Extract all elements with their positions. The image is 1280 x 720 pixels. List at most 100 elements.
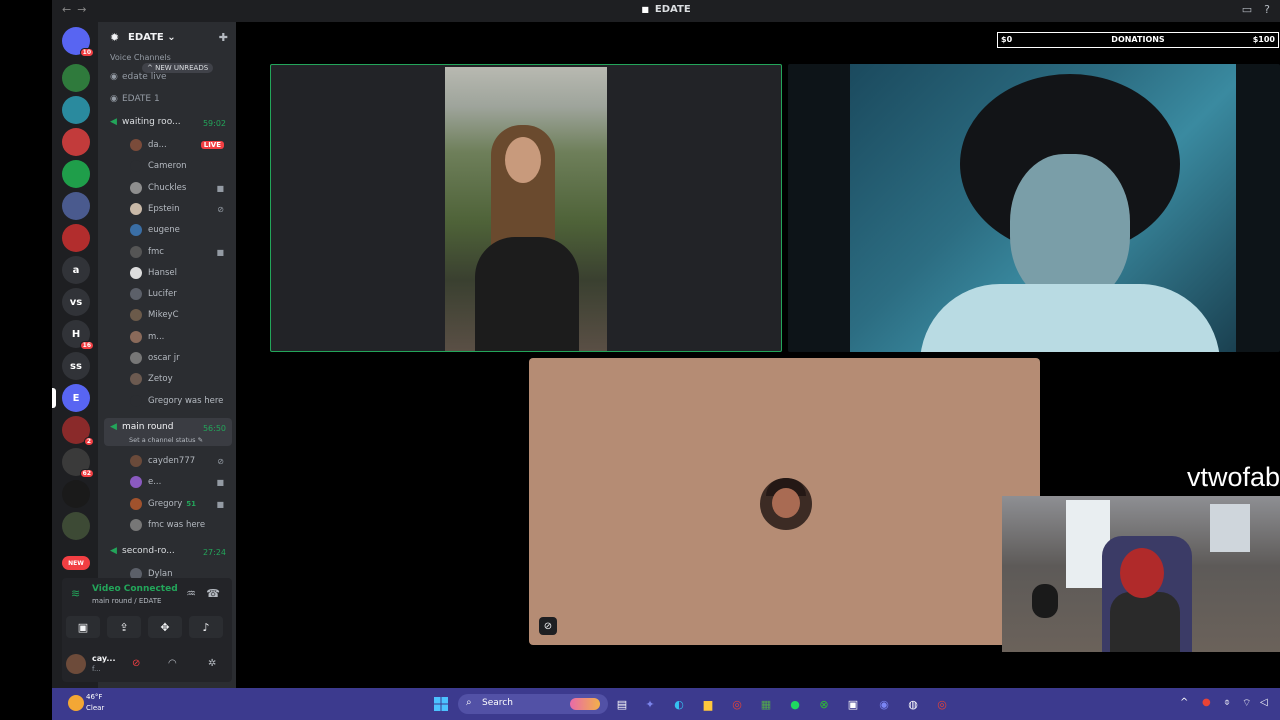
member-badge: 51 <box>186 499 196 508</box>
server-icon[interactable]: 62 <box>62 448 94 478</box>
mention-badge: 2 <box>83 437 94 446</box>
user-avatar[interactable] <box>66 654 86 674</box>
server-icon[interactable]: 2 <box>62 416 94 446</box>
member-item[interactable]: da... <box>130 139 167 151</box>
video-tile-speaking[interactable] <box>270 64 782 352</box>
speaker-icon: ◀ <box>110 422 117 432</box>
voice-location[interactable]: main round / EDATE <box>92 597 161 605</box>
tray-chevron-icon[interactable]: ^ <box>1180 697 1188 708</box>
member-item[interactable]: fmc <box>130 245 164 258</box>
guild-header[interactable]: ✹ EDATE ⌄ ✚ <box>98 22 236 54</box>
member-item[interactable]: Zetoy <box>130 373 173 386</box>
server-icon[interactable]: vs <box>62 288 90 316</box>
donations-max: $100 <box>1252 35 1275 44</box>
server-icon[interactable] <box>62 224 90 252</box>
server-icon[interactable] <box>62 480 90 508</box>
server-icon[interactable]: NEW <box>62 556 90 570</box>
volume-icon[interactable]: ◁ <box>1260 697 1268 708</box>
wifi-icon[interactable]: ⌔ <box>1242 697 1251 710</box>
channel-status[interactable]: Set a channel status ✎ <box>129 436 203 444</box>
avatar <box>130 394 142 407</box>
guild-name[interactable]: EDATE ⌄ <box>128 32 176 43</box>
inbox-icon[interactable]: ▭ <box>1242 3 1252 16</box>
video-tile-no-camera[interactable]: ⊘ <box>529 358 1040 645</box>
user-name[interactable]: cay... <box>92 654 116 663</box>
member-item[interactable]: Hansel <box>130 266 177 279</box>
channel-main-round[interactable]: ◀ main round <box>110 422 173 432</box>
soundboard-icon: ♪ <box>202 620 210 634</box>
member-item[interactable]: Cameron <box>130 160 187 173</box>
channel-edate-1[interactable]: ◉ EDATE 1 <box>110 94 160 104</box>
minecraft-icon[interactable]: ▦ <box>758 696 774 712</box>
participant-video <box>850 64 1236 352</box>
member-item[interactable]: cayden777 <box>130 455 195 467</box>
mention-badge: 62 <box>79 469 94 478</box>
discord-taskbar-icon[interactable]: ◉ <box>876 696 892 712</box>
member-item[interactable]: Gregory 51 <box>130 497 196 510</box>
file-explorer-icon[interactable]: ▆ <box>700 696 716 712</box>
member-item[interactable]: e... <box>130 476 161 489</box>
channel-edate-live[interactable]: ◉ edate live <box>110 72 167 82</box>
server-icon[interactable]: H 16 <box>62 320 94 350</box>
video-icon: ■ <box>216 247 224 257</box>
weather-temp[interactable]: 46°F <box>86 693 102 701</box>
edge-icon[interactable]: ◐ <box>671 696 687 712</box>
activities-button[interactable]: ✥ <box>148 616 182 638</box>
video-icon: ■ <box>216 499 224 509</box>
server-icon[interactable]: ss <box>62 352 90 380</box>
start-icon[interactable] <box>433 696 449 712</box>
disconnect-icon[interactable]: ☎ <box>206 587 220 600</box>
xbox-icon[interactable]: ⊗ <box>816 696 832 712</box>
donations-bar: $0 DONATIONS $100 <box>997 32 1279 48</box>
headphones-icon[interactable]: ◠ <box>168 658 177 669</box>
member-item[interactable]: eugene <box>130 224 180 237</box>
donations-label: DONATIONS <box>1111 35 1165 44</box>
avatar <box>130 455 142 467</box>
server-icon[interactable] <box>62 160 90 188</box>
voice-channels-header[interactable]: Voice Channels <box>110 53 171 62</box>
server-icon[interactable] <box>62 96 90 124</box>
member-item[interactable]: oscar jr <box>130 352 180 364</box>
member-item[interactable]: Epstein <box>130 202 180 215</box>
server-icon[interactable] <box>62 192 90 220</box>
member-item[interactable]: MikeyC <box>130 309 179 322</box>
member-item[interactable]: Gregory was here <box>130 394 223 407</box>
taskbar-search[interactable]: ⌕ Search <box>458 694 608 714</box>
tray-app-icon[interactable]: ● <box>1202 697 1211 708</box>
settings-gear-icon[interactable]: ✲ <box>208 658 216 669</box>
mic-muted-icon[interactable]: ⊘ <box>132 658 140 669</box>
voice-status[interactable]: Video Connected <box>92 584 178 594</box>
server-home-icon[interactable]: 10 <box>62 27 94 57</box>
avatar <box>130 181 142 194</box>
member-item[interactable]: Lucifer <box>130 288 177 301</box>
soundboard-button[interactable]: ♪ <box>189 616 223 638</box>
task-view-icon[interactable]: ▤ <box>614 696 630 712</box>
invite-people-icon[interactable]: ✚ <box>219 31 228 44</box>
spotify-icon[interactable]: ● <box>787 696 803 712</box>
help-icon[interactable]: ? <box>1264 3 1270 16</box>
obs-icon[interactable]: ◍ <box>905 696 921 712</box>
server-icon[interactable] <box>62 64 90 92</box>
microphone-icon[interactable]: ⌽ <box>1224 697 1230 708</box>
server-icon[interactable]: a <box>62 256 90 284</box>
chrome-icon[interactable]: ◎ <box>729 696 745 712</box>
server-icon[interactable]: E <box>52 384 90 412</box>
camera-off-button[interactable]: ▣ <box>66 616 100 638</box>
teams-icon[interactable]: ✦ <box>642 696 658 712</box>
discord-logo-icon: ■ <box>641 5 649 14</box>
noise-suppression-icon[interactable]: ♒ <box>186 587 196 600</box>
member-item[interactable]: m... <box>130 330 164 343</box>
signal-icon[interactable]: ≋ <box>71 587 80 600</box>
member-item[interactable]: fmc was here <box>130 518 205 531</box>
weather-icon[interactable] <box>68 695 84 711</box>
server-icon[interactable] <box>62 512 90 540</box>
video-tile[interactable] <box>788 64 1280 352</box>
channel-second-round[interactable]: ◀ second-ro... <box>110 546 175 556</box>
server-icon[interactable] <box>62 128 90 156</box>
member-item[interactable]: Chuckles <box>130 181 186 194</box>
live-badge: LIVE <box>200 141 224 149</box>
chrome-icon[interactable]: ◎ <box>934 696 950 712</box>
store-icon[interactable]: ▣ <box>845 696 861 712</box>
share-screen-button[interactable]: ⇪ <box>107 616 141 638</box>
avatar <box>130 224 142 237</box>
